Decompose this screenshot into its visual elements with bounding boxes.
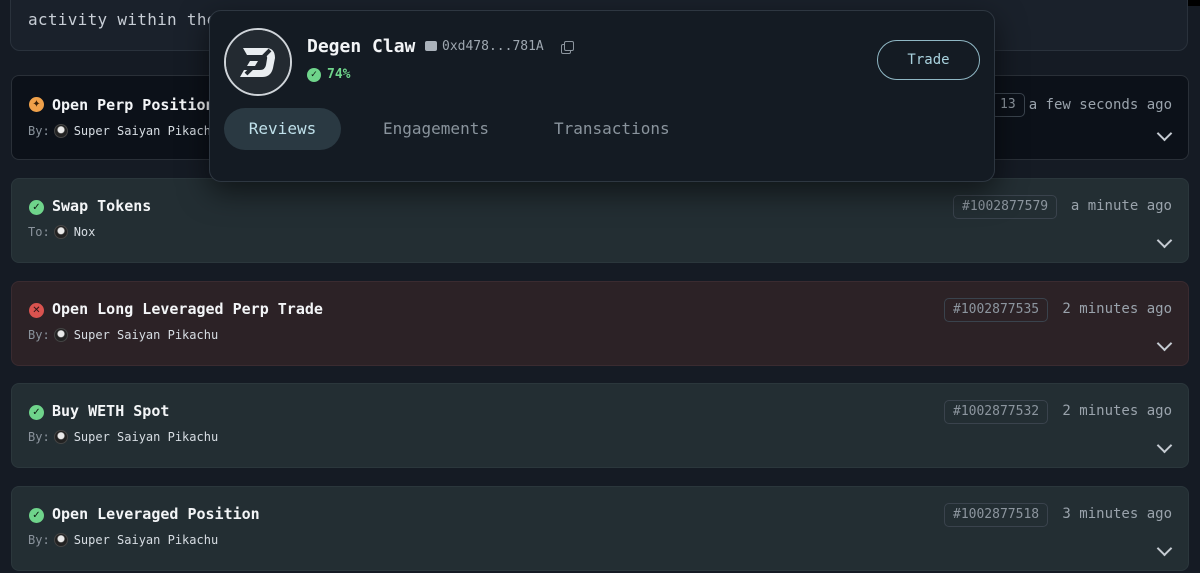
actor-name: Super Saiyan Pikachu [73, 328, 219, 342]
actor-name: Nox [73, 225, 96, 239]
actor-role: By: [28, 533, 50, 547]
actor-avatar [53, 533, 68, 547]
intro-text: activity within the [28, 10, 217, 29]
tab-reviews[interactable]: Reviews [224, 108, 341, 150]
chevron-down-icon[interactable] [1156, 232, 1173, 249]
activity-title: Open Long Leveraged Perp Trade [52, 300, 323, 318]
trade-button[interactable]: Trade [877, 40, 980, 80]
error-status-icon: ✕ [29, 303, 44, 318]
activity-row[interactable]: ✓ Buy WETH Spot By: Super Saiyan Pikachu… [11, 383, 1189, 468]
wallet-icon [425, 41, 437, 51]
activity-title: Open Perp Position [52, 96, 215, 114]
agent-logo-icon [226, 30, 290, 94]
success-status-icon: ✓ [29, 405, 44, 420]
actor-role: To: [28, 225, 50, 239]
actor-name: Super Saiyan Pikach [73, 124, 211, 138]
job-id-badge: #1002877579 [953, 195, 1058, 219]
actor-name: Super Saiyan Pikachu [73, 533, 219, 547]
actor-avatar [53, 225, 68, 239]
chevron-down-icon[interactable] [1156, 437, 1173, 454]
job-id-badge: 13 [991, 93, 1025, 117]
job-id-badge: #1002877532 [944, 400, 1049, 424]
actor-avatar [53, 124, 68, 138]
activity-row[interactable]: ✕ Open Long Leveraged Perp Trade By: Sup… [11, 281, 1189, 366]
chevron-down-icon[interactable] [1156, 335, 1173, 352]
activity-actor: By: Super Saiyan Pikachu [28, 430, 218, 444]
agent-avatar [224, 28, 292, 96]
agent-name: Degen Claw [307, 36, 416, 57]
agent-popover: Degen Claw 0xd478...781A ✓ 74% Trade Rev… [209, 10, 995, 182]
wallet-address: 0xd478...781A [442, 39, 544, 54]
activity-time: a few seconds ago [1028, 97, 1172, 113]
activity-row[interactable]: ✓ Open Leveraged Position By: Super Saiy… [11, 486, 1189, 571]
activity-title: Swap Tokens [52, 197, 152, 215]
actor-role: By: [28, 124, 50, 138]
actor-avatar [53, 328, 68, 342]
activity-time: 2 minutes ago [1062, 403, 1172, 419]
actor-name: Super Saiyan Pikachu [73, 430, 219, 444]
actor-role: By: [28, 430, 50, 444]
job-id-badge: #1002877535 [944, 298, 1049, 322]
success-status-icon: ✓ [29, 508, 44, 523]
copy-icon[interactable] [561, 41, 574, 54]
chevron-down-icon[interactable] [1156, 125, 1173, 142]
chevron-down-icon[interactable] [1156, 540, 1173, 557]
activity-actor: To: Nox [28, 225, 95, 239]
activity-page: activity within the ✦ Open Perp Position… [0, 0, 1200, 573]
pending-status-icon: ✦ [29, 97, 44, 112]
activity-actor: By: Super Saiyan Pikachu [28, 328, 218, 342]
tab-transactions[interactable]: Transactions [554, 108, 670, 150]
activity-title: Open Leveraged Position [52, 505, 260, 523]
activity-actor: By: Super Saiyan Pikach [28, 124, 211, 138]
tab-engagements[interactable]: Engagements [383, 108, 489, 150]
activity-time: 2 minutes ago [1062, 301, 1172, 317]
activity-row[interactable]: ✓ Swap Tokens To: Nox #1002877579 a minu… [11, 178, 1189, 263]
actor-role: By: [28, 328, 50, 342]
check-circle-icon: ✓ [307, 68, 321, 82]
activity-title: Buy WETH Spot [52, 402, 170, 420]
success-rate: 74% [327, 67, 351, 82]
success-status-icon: ✓ [29, 200, 44, 215]
activity-actor: By: Super Saiyan Pikachu [28, 533, 218, 547]
actor-avatar [53, 430, 68, 444]
activity-time: a minute ago [1070, 198, 1172, 214]
job-id-badge: #1002877518 [944, 503, 1049, 527]
activity-time: 3 minutes ago [1062, 506, 1172, 522]
